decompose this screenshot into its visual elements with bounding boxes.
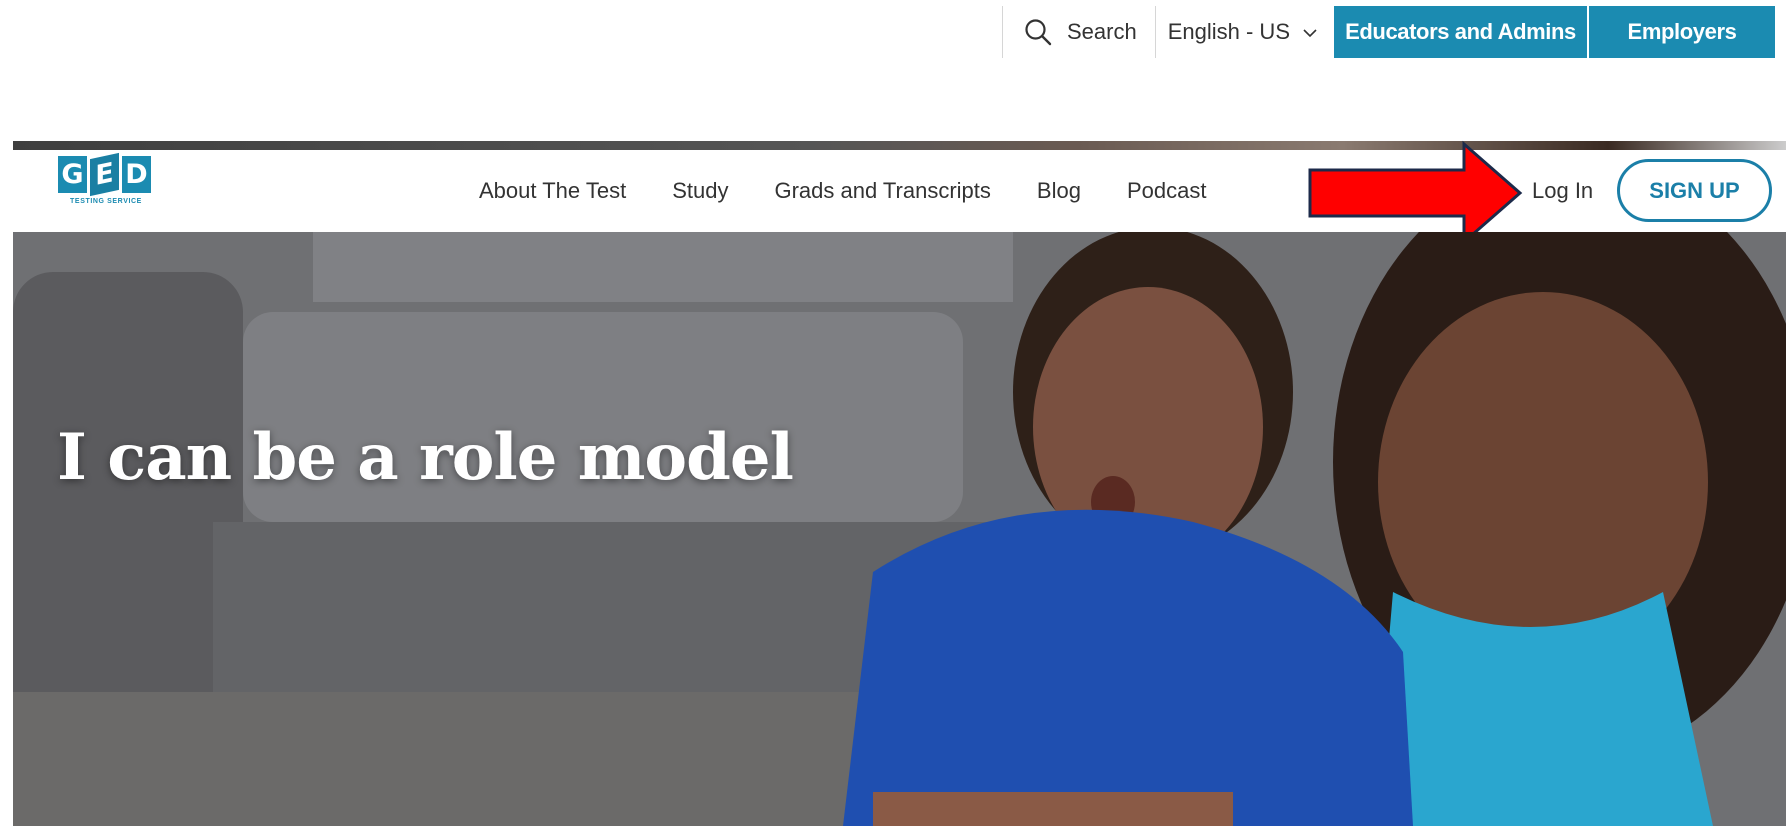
- utility-bar: Search English - US Educators and Admins…: [1002, 6, 1775, 58]
- hero-top-strip: [13, 141, 1786, 150]
- nav-grads-transcripts[interactable]: Grads and Transcripts: [774, 178, 990, 204]
- nav-blog[interactable]: Blog: [1037, 178, 1081, 204]
- nav-about-the-test[interactable]: About The Test: [479, 178, 626, 204]
- search-button[interactable]: Search: [1002, 6, 1155, 58]
- hero-banner: I can be a role model: [13, 232, 1786, 826]
- chevron-down-icon: [1303, 29, 1317, 38]
- nav-podcast[interactable]: Podcast: [1127, 178, 1207, 204]
- nav-study[interactable]: Study: [672, 178, 728, 204]
- logo-letter-g: G: [58, 156, 87, 193]
- search-label: Search: [1067, 19, 1137, 44]
- employers-button[interactable]: Employers: [1589, 6, 1775, 58]
- language-label: English - US: [1167, 19, 1290, 44]
- signup-button[interactable]: SIGN UP: [1617, 159, 1772, 222]
- logo-letters: G E D: [58, 152, 154, 197]
- educators-admins-button[interactable]: Educators and Admins: [1334, 6, 1587, 58]
- logo-letter-e: E: [90, 152, 119, 197]
- language-selector[interactable]: English - US: [1154, 6, 1334, 58]
- logo-tagline: TESTING SERVICE: [70, 198, 142, 205]
- hero-photo: [13, 232, 1786, 826]
- main-nav: G E D TESTING SERVICE About The Test Stu…: [13, 150, 1786, 232]
- nav-links: About The Test Study Grads and Transcrip…: [479, 150, 1206, 232]
- logo-letter-d: D: [122, 156, 151, 193]
- ged-logo[interactable]: G E D TESTING SERVICE: [58, 152, 154, 218]
- search-icon: [1025, 19, 1052, 46]
- hero-title: I can be a role model: [57, 420, 794, 495]
- login-link[interactable]: Log In: [1532, 150, 1593, 232]
